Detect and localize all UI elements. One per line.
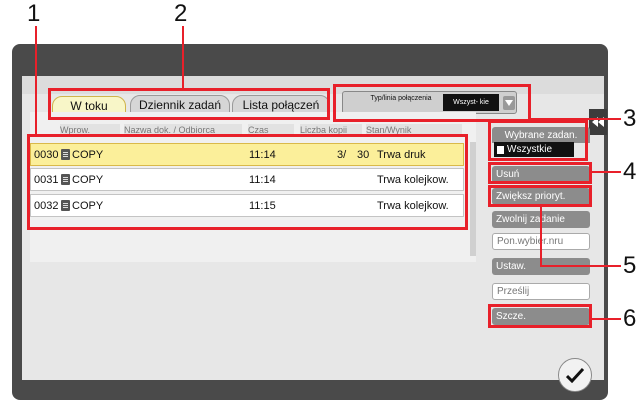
callout-number-4: 4	[623, 158, 637, 185]
job-copies-done: 3/	[337, 148, 347, 161]
document-icon	[61, 149, 70, 160]
all-jobs-label: Wszystkie	[507, 144, 552, 155]
callout-number-5: 5	[623, 252, 637, 279]
checkmark-icon[interactable]	[558, 358, 592, 392]
leader-line-6	[592, 318, 621, 320]
column-header-copies: Liczba kopii	[300, 124, 362, 136]
details-button[interactable]: Szcze.	[492, 308, 590, 325]
job-row-0032[interactable]: 0032 COPY 11:15 Trwa kolejkow.	[30, 194, 464, 217]
job-name: COPY	[72, 148, 104, 161]
column-header-name: Nazwa dok. / Odbiorca	[124, 124, 242, 136]
column-header-status: Stan/Wynik	[366, 124, 462, 136]
chevron-down-icon[interactable]	[503, 96, 515, 110]
leader-line-4	[592, 171, 621, 173]
leader-line-1	[35, 26, 37, 136]
job-row-0031[interactable]: 0031 COPY 11:14 Trwa kolejkow.	[30, 168, 464, 191]
list-scrollbar[interactable]	[470, 142, 476, 256]
job-name: COPY	[72, 173, 104, 186]
connection-type-selector[interactable]: Typ/linia połączenia Wszyst- kie	[342, 91, 517, 114]
screen-header-band	[22, 76, 604, 94]
job-name: COPY	[72, 199, 104, 212]
job-time: 11:14	[249, 173, 276, 186]
increase-priority-button[interactable]: Zwiększ prioryt.	[492, 188, 590, 205]
job-copies-total: 30	[357, 148, 370, 161]
tab-label: Lista połączeń	[242, 98, 320, 112]
job-number: 0032	[34, 199, 59, 212]
column-header-time: Czas	[248, 124, 294, 136]
job-time: 11:15	[249, 199, 276, 212]
job-status: Trwa kolejkow.	[377, 173, 449, 186]
leader-line-5a	[540, 206, 542, 266]
tab-label: Dziennik zadań	[138, 98, 222, 112]
rewind-icon[interactable]	[589, 109, 607, 135]
callout-number-2: 2	[174, 0, 188, 27]
job-status: Trwa druk	[377, 148, 426, 161]
job-time: 11:14	[249, 148, 276, 161]
job-row-0030[interactable]: 0030 COPY 11:14 3/ 30 Trwa druk	[30, 143, 464, 166]
leader-line-5b	[540, 265, 621, 267]
document-icon	[61, 174, 70, 185]
document-icon	[61, 200, 70, 211]
callout-number-1: 1	[27, 0, 41, 27]
callout-number-6: 6	[623, 305, 637, 332]
column-header-number: Wprow.	[60, 124, 120, 136]
connection-type-value[interactable]: Wszyst- kie	[443, 94, 499, 111]
leader-line-2	[182, 26, 184, 90]
connection-type-label: Typ/linia połączenia	[370, 95, 432, 102]
job-number: 0031	[34, 173, 59, 186]
job-number: 0030	[34, 148, 59, 161]
job-status: Trwa kolejkow.	[377, 199, 449, 212]
tab-label: W toku	[70, 99, 108, 113]
selected-jobs-label: Wybrane zadan.	[492, 127, 590, 143]
delete-button[interactable]: Usuń	[492, 166, 590, 183]
leader-line-3	[530, 118, 621, 120]
all-jobs-button[interactable]: Wszystkie	[494, 142, 574, 157]
stack-icon	[497, 145, 504, 154]
callout-number-3: 3	[623, 105, 637, 132]
forward-button: Prześlij	[492, 283, 590, 300]
